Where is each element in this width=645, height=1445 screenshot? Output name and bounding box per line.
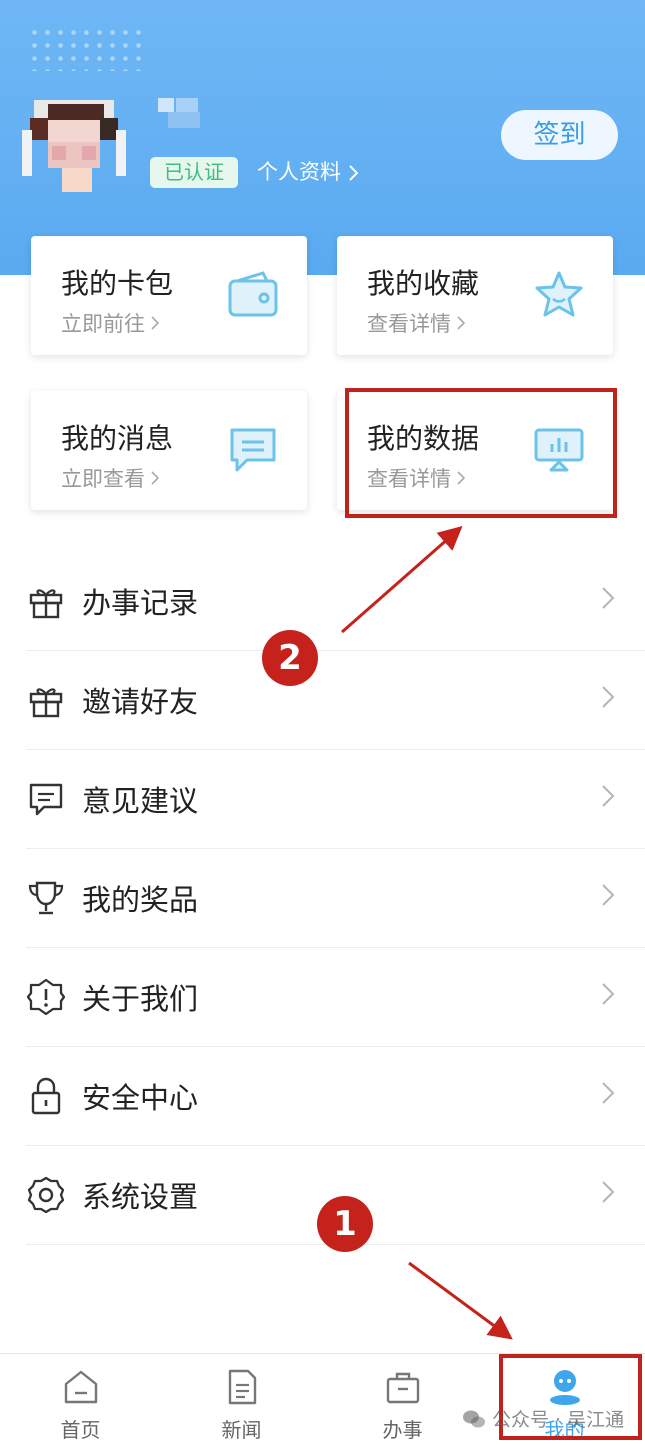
- profile-link-label: 个人资料: [257, 160, 341, 184]
- menu-item-records[interactable]: 办事记录: [26, 552, 645, 651]
- menu-item-feedback[interactable]: 意见建议: [26, 750, 645, 849]
- chevron-right-icon: [457, 316, 465, 330]
- menu-item-invite[interactable]: 邀请好友: [26, 651, 645, 750]
- chevron-right-icon: [602, 587, 615, 609]
- tab-services[interactable]: 办事: [322, 1354, 483, 1445]
- feedback-icon: [29, 783, 63, 816]
- menu-list: 办事记录 邀请好友 意见建议 我的奖品 关于我们 安全中心 系统设置: [26, 552, 645, 1245]
- trophy-icon: [28, 881, 64, 915]
- watermark-text: 公众号 · 吴江通: [492, 1409, 625, 1431]
- tab-home[interactable]: 首页: [0, 1354, 161, 1445]
- lock-icon: [31, 1077, 61, 1115]
- card-title: 我的卡包: [61, 267, 174, 300]
- card-messages[interactable]: 我的消息 立即查看: [31, 391, 307, 510]
- card-subtitle: 立即前往: [61, 308, 159, 338]
- gear-icon: [27, 1176, 65, 1214]
- menu-item-label: 安全中心: [82, 1081, 199, 1115]
- card-title: 我的消息: [61, 422, 174, 455]
- chevron-right-icon: [602, 884, 615, 906]
- chevron-right-icon: [602, 1181, 615, 1203]
- home-icon: [64, 1370, 98, 1404]
- gift-icon: [29, 688, 63, 718]
- tab-news[interactable]: 新闻: [161, 1354, 322, 1445]
- chevron-right-icon: [602, 785, 615, 807]
- watermark: 公众号 · 吴江通: [462, 1405, 624, 1432]
- highlight-my-data: [345, 388, 617, 518]
- card-title: 我的收藏: [367, 267, 480, 300]
- card-subtitle: 查看详情: [367, 308, 465, 338]
- chevron-right-icon: [602, 1082, 615, 1104]
- chevron-right-icon: [602, 686, 615, 708]
- message-icon: [230, 428, 276, 472]
- menu-item-label: 邀请好友: [82, 685, 199, 719]
- tab-label: 首页: [60, 1418, 101, 1442]
- card-favorites[interactable]: 我的收藏 查看详情: [337, 236, 613, 355]
- menu-item-about[interactable]: 关于我们: [26, 948, 645, 1047]
- chevron-right-icon: [151, 316, 159, 330]
- profile-header: 已认证 个人资料 签到: [0, 0, 645, 275]
- menu-item-label: 关于我们: [82, 982, 199, 1016]
- card-subtitle: 立即查看: [61, 463, 159, 493]
- star-icon: [535, 271, 583, 317]
- menu-item-label: 我的奖品: [82, 883, 199, 917]
- checkin-button[interactable]: 签到: [501, 110, 618, 160]
- step-1-badge: 1: [317, 1196, 373, 1252]
- gift-icon: [29, 589, 63, 619]
- profile-link[interactable]: 个人资料: [257, 157, 358, 188]
- chevron-right-icon: [349, 164, 358, 181]
- avatar[interactable]: [22, 100, 126, 192]
- decorative-dots: [28, 26, 143, 71]
- chevron-right-icon: [602, 983, 615, 1005]
- menu-item-security[interactable]: 安全中心: [26, 1047, 645, 1146]
- briefcase-icon: [386, 1372, 420, 1404]
- news-icon: [228, 1369, 257, 1405]
- verified-badge: 已认证: [150, 157, 238, 188]
- tab-label: 新闻: [221, 1418, 262, 1442]
- info-shield-icon: [26, 978, 66, 1016]
- wallet-icon: [228, 271, 278, 317]
- wechat-icon: [463, 1410, 485, 1427]
- menu-item-label: 办事记录: [82, 586, 199, 620]
- username-blurred: [150, 98, 205, 133]
- chevron-right-icon: [151, 471, 159, 485]
- menu-item-label: 系统设置: [82, 1180, 199, 1214]
- card-wallet[interactable]: 我的卡包 立即前往: [31, 236, 307, 355]
- step-2-badge: 2: [262, 630, 318, 686]
- menu-item-label: 意见建议: [82, 784, 199, 818]
- tab-label: 办事: [382, 1418, 423, 1442]
- menu-item-prizes[interactable]: 我的奖品: [26, 849, 645, 948]
